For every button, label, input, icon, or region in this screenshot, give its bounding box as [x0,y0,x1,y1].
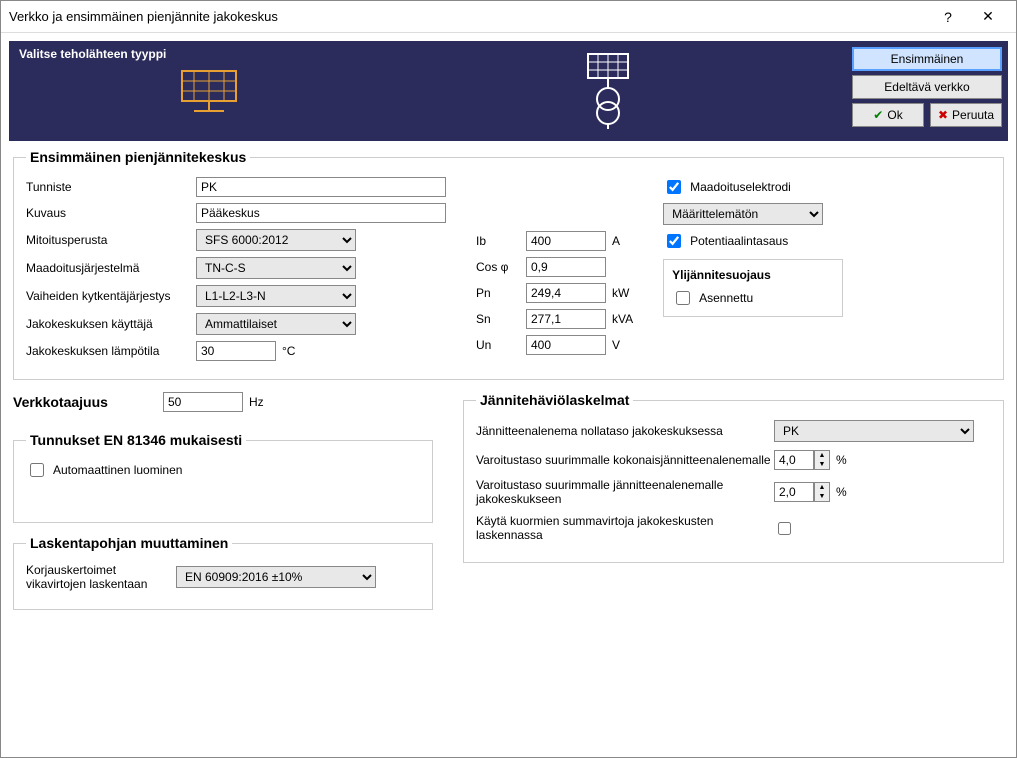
lampo-unit: °C [282,344,295,358]
pct1: % [836,453,847,467]
titlebar: Verkko ja ensimmäinen pienjännite jakoke… [1,1,1016,33]
asennettu-check[interactable]: Asennettu [672,288,834,308]
freq-label: Verkkotaajuus [13,394,163,410]
kayttaja-label: Jakokeskuksen käyttäjä [26,317,196,331]
un-input[interactable] [526,335,606,355]
maadoitus-select[interactable]: TN-C-S [196,257,356,279]
sn-unit: kVA [612,312,633,326]
ylijannite-group: Ylijännitesuojaus Asennettu [663,259,843,317]
cos-label: Cos φ [476,260,526,274]
check-icon: ✔ [873,108,883,122]
varo2-input[interactable] [774,482,814,502]
pn-unit: kW [612,286,629,300]
ib-label: Ib [476,234,526,248]
maarit-select[interactable]: Määrittelemätön [663,203,823,225]
summa-label: Käytä kuormien summavirtoja jakokeskuste… [476,514,774,542]
banner-buttons: Ensimmäinen Edeltävä verkko ✔Ok ✖Peruuta [852,47,1002,133]
vaihe-select[interactable]: L1-L2-L3-N [196,285,356,307]
help-button[interactable]: ? [928,9,968,25]
summa-check[interactable] [778,522,791,535]
sn-input[interactable] [526,309,606,329]
pct2: % [836,485,847,499]
cos-input[interactable] [526,257,606,277]
window-title: Verkko ja ensimmäinen pienjännite jakoke… [9,9,928,24]
cancel-button[interactable]: ✖Peruuta [930,103,1002,127]
ib-input[interactable] [526,231,606,251]
banner-icons [9,51,808,131]
tunniste-input[interactable] [196,177,446,197]
main-legend: Ensimmäinen pienjännitekeskus [26,149,250,165]
varo1-up[interactable]: ▲ [815,451,829,460]
pn-label: Pn [476,286,526,300]
un-unit: V [612,338,620,352]
korj-label: Korjauskertoimet vikavirtojen laskentaan [26,563,176,591]
laskenta-section: Laskentapohjan muuttaminen Korjauskertoi… [13,535,433,610]
tunnukset-section: Tunnukset EN 81346 mukaisesti Automaatti… [13,432,433,523]
vaihe-label: Vaiheiden kytkentäjärjestys [26,289,196,303]
yli-legend: Ylijännitesuojaus [672,268,834,282]
un-label: Un [476,338,526,352]
varo1-input[interactable] [774,450,814,470]
lampo-label: Jakokeskuksen lämpötila [26,344,196,358]
source-type-banner: Valitse teholähteen tyyppi Ensimmäinen E… [9,41,1008,141]
korj-select[interactable]: EN 60909:2016 ±10% [176,566,376,588]
maadoitus-label: Maadoitusjärjestelmä [26,261,196,275]
varo2-label: Varoitustaso suurimmalle jännitteenalene… [476,478,774,506]
varo1-label: Varoitustaso suurimmalle kokonaisjännitt… [476,453,774,467]
close-button[interactable]: ✕ [968,8,1008,25]
kuvaus-label: Kuvaus [26,206,196,220]
freq-input[interactable] [163,392,243,412]
jannite-legend: Jännitehäviölaskelmat [476,392,633,408]
jannite-section: Jännitehäviölaskelmat Jännitteenalenema … [463,392,1004,563]
first-button[interactable]: Ensimmäinen [852,47,1002,71]
cross-icon: ✖ [938,108,948,122]
kuvaus-input[interactable] [196,203,446,223]
lampo-input[interactable] [196,341,276,361]
laskenta-legend: Laskentapohjan muuttaminen [26,535,232,551]
mitoitus-select[interactable]: SFS 6000:2012 [196,229,356,251]
solar-panel-icon[interactable] [174,66,244,116]
tunniste-label: Tunniste [26,180,196,194]
ib-unit: A [612,234,620,248]
pn-input[interactable] [526,283,606,303]
varo2-up[interactable]: ▲ [815,483,829,492]
dialog-window: Verkko ja ensimmäinen pienjännite jakoke… [0,0,1017,758]
auto-luominen-check[interactable]: Automaattinen luominen [26,460,420,480]
potentiaalintasaus-check[interactable]: Potentiaalintasaus [663,231,843,251]
content-area: Ensimmäinen pienjännitekeskus Tunniste K… [1,149,1016,634]
varo2-down[interactable]: ▼ [815,492,829,501]
varo1-down[interactable]: ▼ [815,460,829,469]
sn-label: Sn [476,312,526,326]
mitoitus-label: Mitoitusperusta [26,233,196,247]
main-section: Ensimmäinen pienjännitekeskus Tunniste K… [13,149,1004,380]
previous-network-button[interactable]: Edeltävä verkko [852,75,1002,99]
ok-button[interactable]: ✔Ok [852,103,924,127]
freq-unit: Hz [249,395,264,409]
kayttaja-select[interactable]: Ammattilaiset [196,313,356,335]
nolla-label: Jännitteenalenema nollataso jakokeskukse… [476,424,774,438]
nolla-select[interactable]: PK [774,420,974,442]
maadoituselektrodi-check[interactable]: Maadoituselektrodi [663,177,843,197]
transformer-icon[interactable] [573,51,643,131]
tunnukset-legend: Tunnukset EN 81346 mukaisesti [26,432,246,448]
